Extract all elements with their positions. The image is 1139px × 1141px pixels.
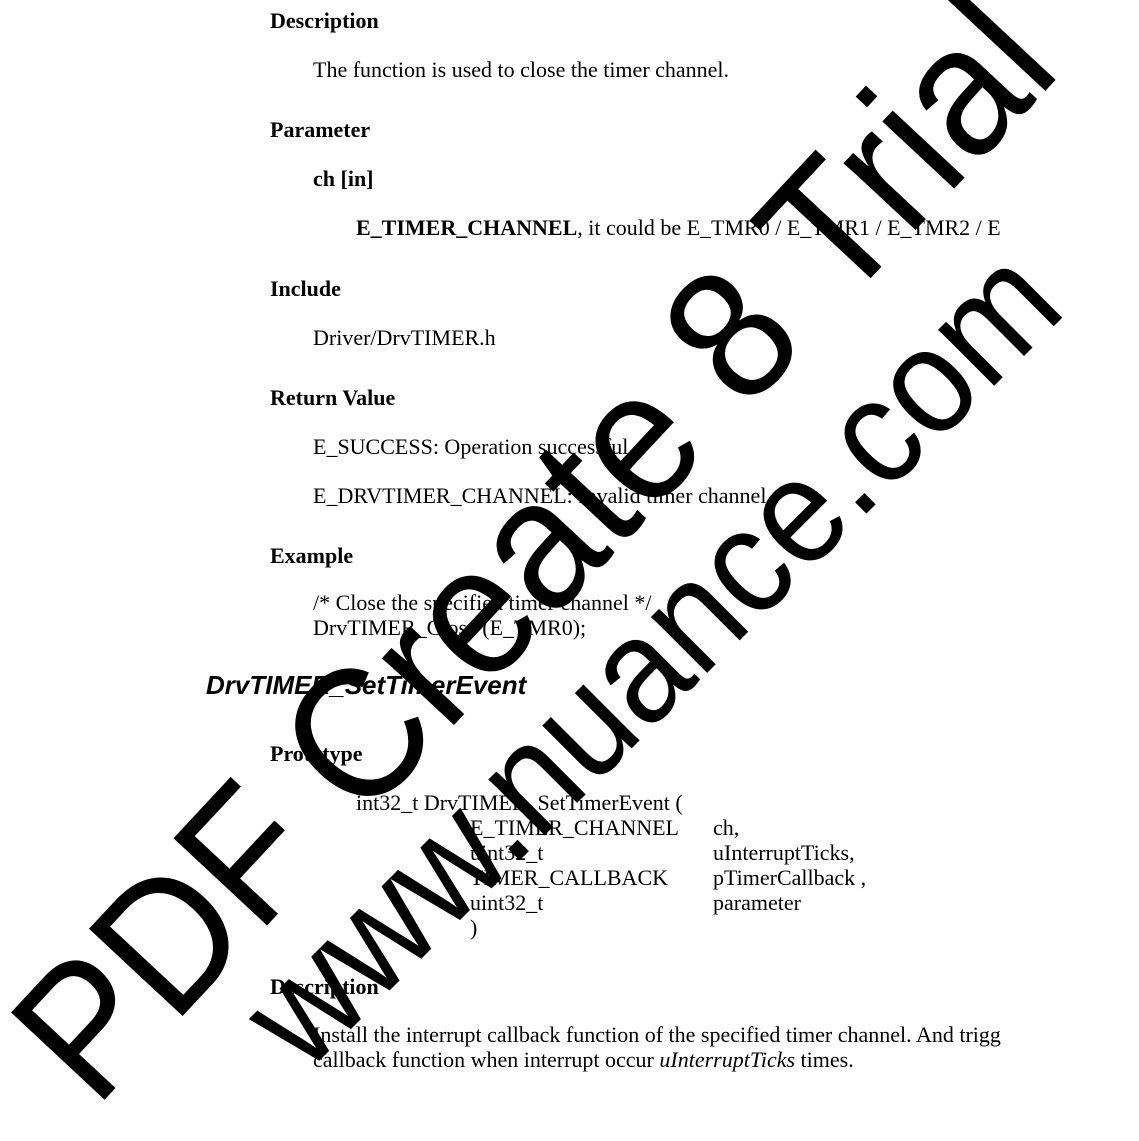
example-heading: Example bbox=[270, 543, 354, 568]
function-heading: DrvTIMER_SetTimerEvent bbox=[206, 670, 527, 700]
proto-name-3: pTimerCallback , bbox=[713, 865, 867, 890]
proto-type-1: E_TIMER_CHANNEL bbox=[470, 815, 679, 840]
description-heading-2: Description bbox=[270, 974, 379, 999]
return-line-2: E_DRVTIMER_CHANNEL: Invalid timer channe… bbox=[313, 483, 767, 508]
proto-name-2: uInterruptTicks, bbox=[713, 840, 855, 865]
proto-type-3: TIMER_CALLBACK bbox=[470, 865, 668, 890]
proto-name-4: parameter bbox=[713, 890, 801, 915]
description-text: The function is used to close the timer … bbox=[313, 57, 730, 82]
return-line-1: E_SUCCESS: Operation successful bbox=[313, 434, 629, 459]
description-line-2: callback function when interrupt occur u… bbox=[313, 1047, 854, 1073]
proto-close: ) bbox=[470, 915, 478, 940]
param-type: E_TIMER_CHANNEL bbox=[356, 215, 578, 240]
proto-type-2: uint32_t bbox=[470, 840, 544, 865]
description-line-2-italic: uInterruptTicks bbox=[659, 1047, 796, 1072]
prototype-heading: Prototype bbox=[270, 741, 363, 766]
include-text: Driver/DrvTIMER.h bbox=[313, 325, 496, 350]
description-line-1: Install the interrupt callback function … bbox=[313, 1022, 1001, 1047]
include-heading: Include bbox=[270, 276, 341, 301]
return-value-heading: Return Value bbox=[270, 385, 396, 410]
description-line-2-text: callback function when interrupt occur bbox=[313, 1047, 660, 1072]
parameter-heading: Parameter bbox=[270, 117, 371, 142]
document-page: Description The function is used to clos… bbox=[0, 0, 1139, 1141]
example-line-2: DrvTIMER_Close (E_TMR0); bbox=[313, 615, 587, 640]
example-line-1: /* Close the specified timer channel */ bbox=[313, 590, 652, 615]
trial-watermark: PDF Create 8 Trial www.nuance.com bbox=[0, 0, 1093, 1137]
proto-name-1: ch, bbox=[713, 815, 740, 840]
param-description: E_TIMER_CHANNEL, it could be E_TMR0 / E_… bbox=[356, 215, 1001, 241]
description-heading: Description bbox=[270, 8, 379, 33]
description-line-2-end: times. bbox=[795, 1047, 854, 1072]
param-name: ch [in] bbox=[313, 166, 374, 191]
watermark-line-1: PDF Create 8 Trial bbox=[0, 0, 1093, 1137]
prototype-line-1: int32_t DrvTIMER_SetTimerEvent ( bbox=[356, 790, 683, 815]
param-desc: , it could be E_TMR0 / E_TMR1 / E_TMR2 /… bbox=[577, 215, 1001, 240]
proto-type-4: uint32_t bbox=[470, 890, 544, 915]
